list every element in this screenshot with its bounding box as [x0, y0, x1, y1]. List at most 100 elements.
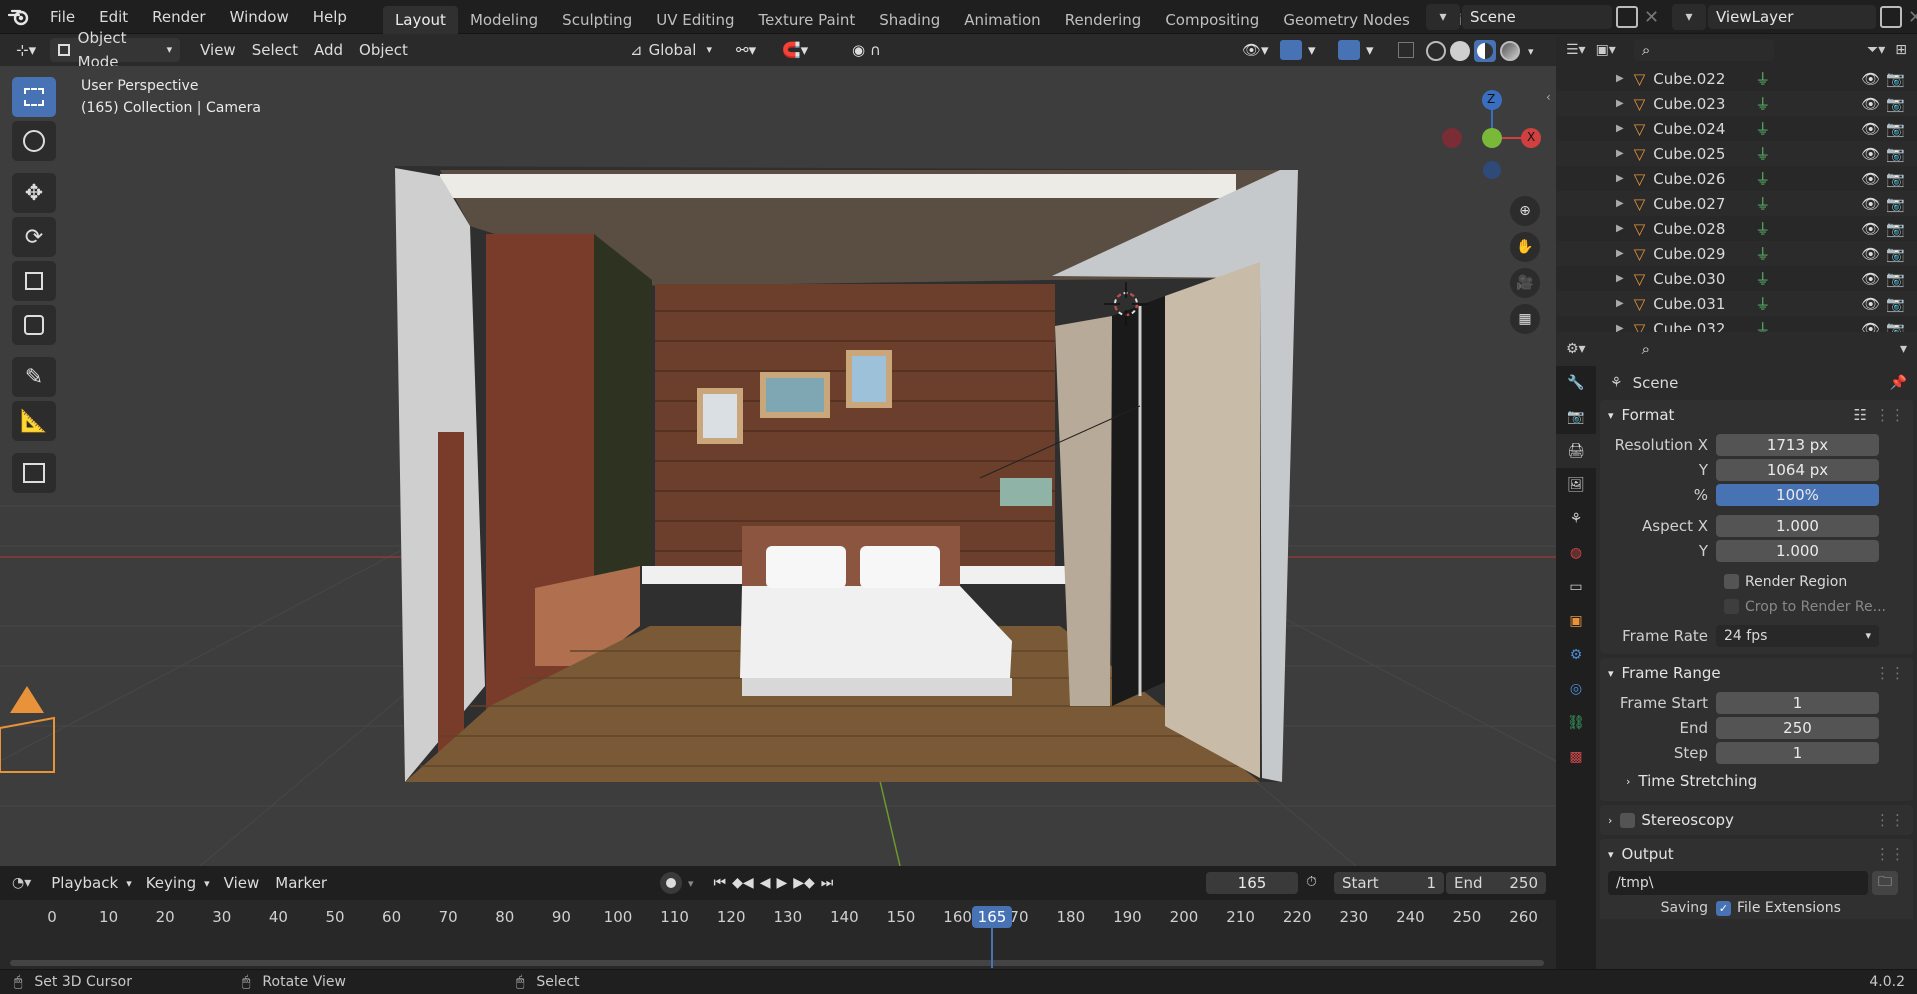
outliner-item-label[interactable]: Cube.027: [1653, 195, 1743, 213]
tool-tab-icon[interactable]: 🔧: [1556, 366, 1596, 400]
camera-render-icon[interactable]: 📷: [1886, 270, 1905, 288]
expand-arrow-icon[interactable]: ▶: [1616, 223, 1624, 234]
rendered-shading-icon[interactable]: [1500, 41, 1520, 61]
eye-icon[interactable]: 👁: [1861, 220, 1880, 238]
select-box-tool-icon[interactable]: [12, 77, 56, 117]
expand-arrow-icon[interactable]: ▶: [1616, 198, 1624, 209]
navigation-gizmo[interactable]: Z X: [1440, 76, 1550, 186]
expand-arrow-icon[interactable]: ▶: [1616, 148, 1624, 159]
tab-uv-editing[interactable]: UV Editing: [644, 6, 746, 34]
collection-tab-icon[interactable]: ▭: [1556, 570, 1596, 604]
stereoscopy-panel-header[interactable]: › Stereoscopy ⋮⋮: [1600, 805, 1913, 835]
scene-name-field[interactable]: Scene: [1462, 5, 1612, 29]
display-mode-icon[interactable]: ▣▾: [1596, 42, 1616, 58]
presets-icon[interactable]: ☷: [1854, 406, 1867, 424]
expand-arrow-icon[interactable]: ▶: [1616, 73, 1624, 84]
overlay-toggle-icon[interactable]: [1338, 40, 1360, 60]
outliner-row[interactable]: ▶ ▽ Cube.028 ⏚ 👁 📷: [1556, 216, 1917, 241]
frame-step-field[interactable]: 1: [1716, 741, 1879, 764]
expand-arrow-icon[interactable]: ▶: [1616, 248, 1624, 259]
measure-tool-icon[interactable]: 📐: [12, 401, 56, 441]
eye-icon[interactable]: 👁: [1861, 295, 1880, 313]
tab-animation[interactable]: Animation: [952, 6, 1052, 34]
drag-handle-icon[interactable]: ⋮⋮: [1875, 811, 1905, 829]
camera-render-icon[interactable]: 📷: [1886, 70, 1905, 88]
xray-icon[interactable]: [1398, 42, 1414, 58]
outliner-row[interactable]: ▶ ▽ Cube.025 ⏚ 👁 📷: [1556, 141, 1917, 166]
output-panel-header[interactable]: ▾ Output ⋮⋮: [1600, 839, 1913, 869]
render-region-checkbox[interactable]: [1724, 574, 1739, 589]
outliner-item-label[interactable]: Cube.022: [1653, 70, 1743, 88]
menu-window[interactable]: Window: [218, 0, 301, 34]
shading-dropdown-icon[interactable]: ▾: [1528, 45, 1534, 58]
transform-tool-icon[interactable]: [12, 305, 56, 345]
menu-select[interactable]: Select: [244, 38, 306, 62]
scene-tab-icon[interactable]: ⚘: [1556, 502, 1596, 536]
tab-shading[interactable]: Shading: [867, 6, 952, 34]
snapping-icon[interactable]: 🧲▾: [774, 38, 816, 62]
eye-icon[interactable]: 👁: [1861, 195, 1880, 213]
transform-orientation-dropdown[interactable]: ⊿ Global ▾: [622, 38, 720, 62]
cursor-tool-icon[interactable]: [12, 121, 56, 161]
solid-shading-icon[interactable]: [1450, 41, 1470, 61]
time-stretching-subpanel[interactable]: › Time Stretching: [1600, 765, 1913, 797]
menu-object[interactable]: Object: [351, 38, 416, 62]
tab-texture-paint[interactable]: Texture Paint: [746, 6, 867, 34]
tab-rendering[interactable]: Rendering: [1053, 6, 1154, 34]
texture-tab-icon[interactable]: ▩: [1556, 740, 1596, 774]
camera-render-icon[interactable]: 📷: [1886, 170, 1905, 188]
camera-render-icon[interactable]: 📷: [1886, 295, 1905, 313]
3d-viewport[interactable]: User Perspective (165) Collection | Came…: [0, 66, 1556, 866]
physics-tab-icon[interactable]: ◎: [1556, 672, 1596, 706]
object-tab-icon[interactable]: ▣: [1556, 604, 1596, 638]
blender-logo-icon[interactable]: [0, 0, 38, 34]
outliner-row[interactable]: ▶ ▽ Cube.030 ⏚ 👁 📷: [1556, 266, 1917, 291]
outliner-row[interactable]: ▶ ▽ Cube.022 ⏚ 👁 📷: [1556, 66, 1917, 91]
expand-arrow-icon[interactable]: ▶: [1616, 173, 1624, 184]
tab-sculpting[interactable]: Sculpting: [550, 6, 644, 34]
frame-end-field[interactable]: 250: [1716, 716, 1879, 739]
mode-dropdown[interactable]: Object Mode ▾: [50, 29, 181, 71]
outliner-row[interactable]: ▶ ▽ Cube.031 ⏚ 👁 📷: [1556, 291, 1917, 316]
outliner-row[interactable]: ▶ ▽ Cube.027 ⏚ 👁 📷: [1556, 191, 1917, 216]
drag-handle-icon[interactable]: ⋮⋮: [1875, 406, 1905, 424]
drag-handle-icon[interactable]: ⋮⋮: [1875, 664, 1905, 682]
frame-range-panel-header[interactable]: ▾ Frame Range ⋮⋮: [1600, 658, 1913, 688]
viewlayer-name-field[interactable]: ViewLayer: [1708, 5, 1876, 29]
timeline-track-area[interactable]: 0 10 20 30 40 50 60 70 80 90 100 110 120 130 140 150 160…: [0, 900, 1556, 969]
new-viewlayer-icon[interactable]: [1880, 6, 1902, 28]
outliner-row[interactable]: ▶ ▽ Cube.029 ⏚ 👁 📷: [1556, 241, 1917, 266]
camera-render-icon[interactable]: 📷: [1886, 120, 1905, 138]
modifier-tab-icon[interactable]: ⚙: [1556, 638, 1596, 672]
tab-modeling[interactable]: Modeling: [458, 6, 550, 34]
delete-viewlayer-icon[interactable]: ✕: [1908, 7, 1917, 28]
outliner-item-label[interactable]: Cube.025: [1653, 145, 1743, 163]
properties-search-input[interactable]: ⌕: [1633, 338, 1778, 360]
outliner-item-label[interactable]: Cube.031: [1653, 295, 1743, 313]
resolution-percent-slider[interactable]: 100%: [1716, 483, 1879, 506]
rotate-tool-icon[interactable]: ⟳: [12, 217, 56, 257]
aspect-y-field[interactable]: 1.000: [1716, 539, 1879, 562]
stereoscopy-checkbox[interactable]: [1620, 812, 1636, 828]
format-panel-header[interactable]: ▾ Format ☷ ⋮⋮: [1600, 400, 1913, 430]
outliner-search-input[interactable]: ⌕: [1633, 39, 1774, 61]
scene-icon[interactable]: ▾: [1426, 4, 1460, 30]
world-tab-icon[interactable]: ◍: [1556, 536, 1596, 570]
gizmo-toggle-icon[interactable]: [1280, 40, 1302, 60]
filter-icon[interactable]: ⏷▾: [1867, 42, 1885, 58]
editor-type-icon[interactable]: ⊹▾: [8, 38, 44, 62]
eye-icon[interactable]: 👁: [1861, 145, 1880, 163]
outliner-item-label[interactable]: Cube.028: [1653, 220, 1743, 238]
outliner-item-label[interactable]: Cube.030: [1653, 270, 1743, 288]
outliner-row[interactable]: ▶ ▽ Cube.026 ⏚ 👁 📷: [1556, 166, 1917, 191]
frame-rate-dropdown[interactable]: 24 fps ▾: [1716, 624, 1879, 647]
aspect-x-field[interactable]: 1.000: [1716, 514, 1879, 537]
scale-tool-icon[interactable]: [12, 261, 56, 301]
timeline-scrollbar[interactable]: [10, 960, 1544, 966]
tab-geometry-nodes[interactable]: Geometry Nodes: [1271, 6, 1422, 34]
playhead-frame-label[interactable]: 165: [972, 906, 1012, 928]
tab-compositing[interactable]: Compositing: [1153, 6, 1271, 34]
menu-view[interactable]: View: [192, 38, 244, 62]
eye-icon[interactable]: 👁: [1861, 270, 1880, 288]
properties-editor-icon[interactable]: ⚙▾: [1566, 341, 1586, 357]
